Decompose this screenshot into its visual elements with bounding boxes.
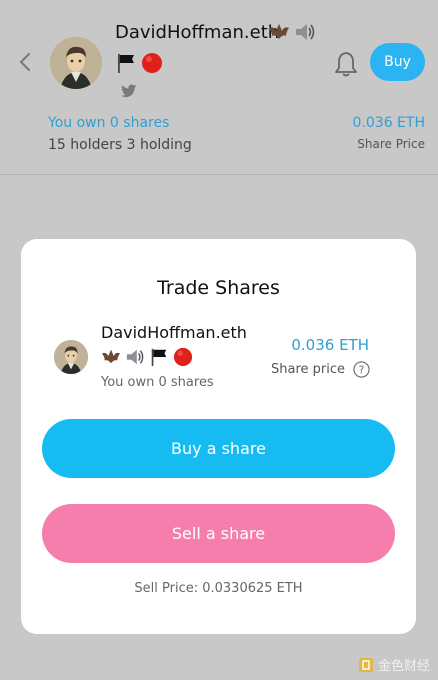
modal-profile-name: DavidHoffman.eth: [101, 323, 247, 342]
modal-share-price-label: Share price ?: [271, 361, 370, 378]
speaker-emoji-icon: [296, 24, 315, 40]
bat-emoji-icon: [102, 349, 120, 364]
holders-count: 15 holders 3 holding: [48, 137, 192, 153]
watermark-logo-icon: [358, 657, 373, 672]
name-emojis: [268, 22, 316, 42]
back-arrow-icon[interactable]: [14, 50, 38, 74]
watermark-text: 金色财经: [377, 659, 430, 674]
sell-share-button[interactable]: Sell a share: [42, 504, 395, 563]
black-flag-emoji-icon: [151, 348, 167, 367]
profile-header: DavidHoffman.eth Buy You own 0 shares 15…: [0, 0, 438, 175]
own-shares-link[interactable]: You own 0 shares: [48, 115, 169, 131]
red-circle-emoji-icon: [173, 347, 193, 367]
share-price-label: Share Price: [357, 137, 425, 151]
modal-emojis: [101, 347, 193, 367]
divider: [0, 174, 438, 175]
bat-emoji-icon: [269, 24, 289, 39]
buy-share-button[interactable]: Buy a share: [42, 419, 395, 478]
modal-own-shares: You own 0 shares: [101, 375, 214, 390]
speaker-emoji-icon: [126, 349, 144, 365]
share-price-value: 0.036 ETH: [352, 115, 425, 131]
profile-name: DavidHoffman.eth: [115, 22, 280, 43]
share-price-label-text: Share price: [270, 362, 345, 377]
modal-share-price: 0.036 ETH: [291, 336, 369, 354]
avatar[interactable]: [50, 37, 102, 89]
trade-shares-modal: Trade Shares DavidHoffman.eth You own 0 …: [21, 239, 416, 634]
red-circle-emoji-icon: [142, 53, 162, 73]
watermark: 金色财经: [358, 655, 430, 674]
black-flag-emoji-icon: [118, 54, 134, 73]
help-icon[interactable]: ?: [353, 361, 370, 378]
buy-button[interactable]: Buy: [370, 43, 425, 81]
svg-text:?: ?: [359, 364, 365, 376]
modal-avatar: [54, 340, 88, 374]
sell-price-text: Sell Price: 0.0330625 ETH: [134, 581, 303, 596]
bell-icon[interactable]: [333, 50, 359, 78]
flag-emojis: [115, 52, 163, 74]
twitter-icon[interactable]: [121, 84, 137, 98]
modal-title: Trade Shares: [157, 277, 280, 299]
